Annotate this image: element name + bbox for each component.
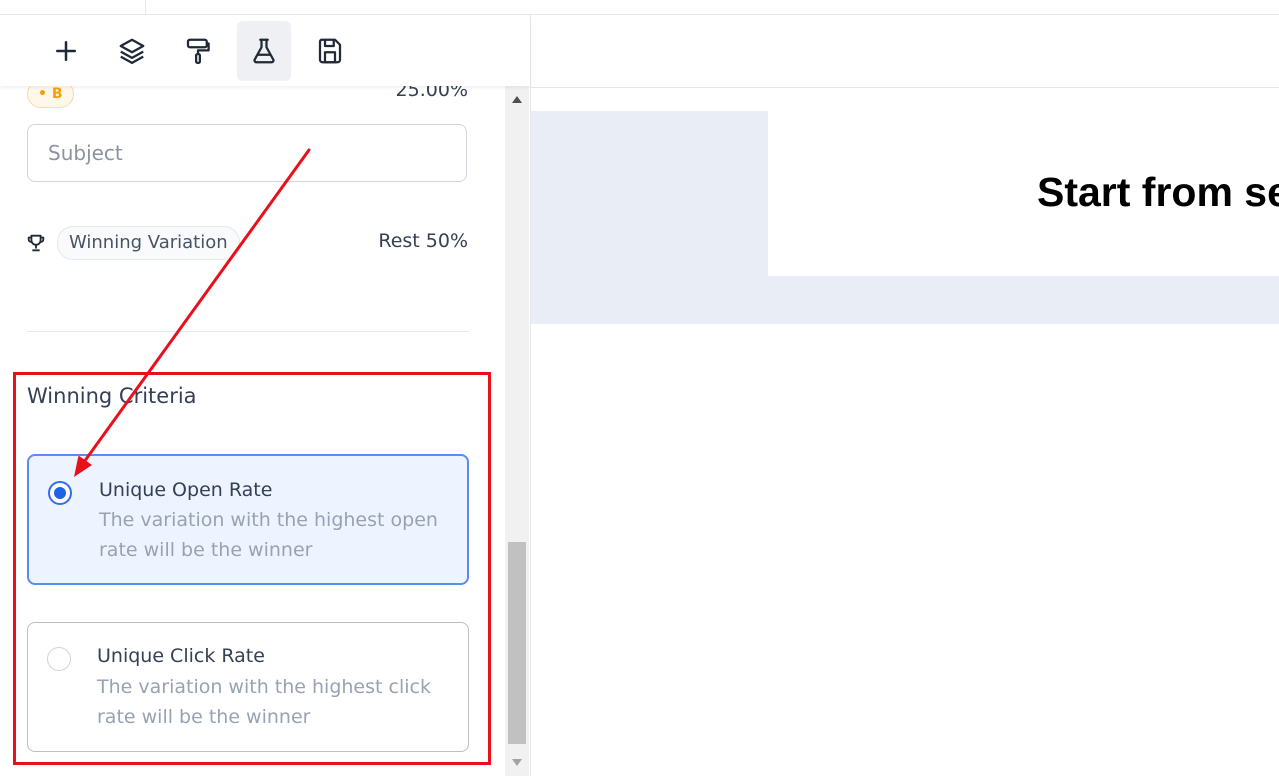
variation-b-percentage: 25.00%	[395, 86, 468, 101]
option-title: Unique Click Rate	[97, 645, 265, 667]
editor-sidebar: • B 25.00% Winning Variation Rest 50% Wi…	[0, 15, 531, 776]
save-icon	[318, 38, 342, 64]
criteria-option-open-rate[interactable]: Unique Open Rate The variation with the …	[27, 454, 469, 585]
canvas-header	[531, 15, 1279, 88]
canvas-heading: Start from se	[1037, 169, 1279, 215]
flask-icon	[253, 38, 275, 64]
variation-b-badge: • B	[27, 86, 74, 108]
scroll-down-arrow-icon[interactable]	[512, 759, 522, 766]
ab-test-button[interactable]	[237, 21, 291, 81]
winning-variation-share: Rest 50%	[378, 230, 468, 252]
sidebar-toolbar	[0, 15, 530, 86]
criteria-option-click-rate[interactable]: Unique Click Rate The variation with the…	[27, 622, 469, 752]
option-title: Unique Open Rate	[99, 479, 273, 501]
radio-unselected[interactable]	[47, 647, 71, 671]
paint-roller-icon	[186, 38, 210, 64]
add-button[interactable]	[39, 21, 93, 81]
option-description: The variation with the highest open rate…	[99, 509, 438, 561]
sidebar-scroll-area: • B 25.00% Winning Variation Rest 50% Wi…	[0, 86, 505, 776]
save-button[interactable]	[303, 21, 357, 81]
layers-icon	[119, 38, 145, 64]
tab-divider	[145, 0, 146, 14]
winning-variation-chip: Winning Variation	[57, 226, 240, 260]
winning-criteria-title: Winning Criteria	[27, 384, 197, 408]
top-strip	[0, 0, 1279, 15]
layers-button[interactable]	[105, 21, 159, 81]
scroll-up-arrow-icon[interactable]	[512, 96, 522, 103]
option-description: The variation with the highest click rat…	[97, 676, 431, 728]
trophy-icon	[27, 234, 45, 252]
section-divider	[27, 331, 469, 332]
canvas-template-card[interactable]: Start from se	[768, 111, 1279, 276]
subject-input[interactable]	[27, 124, 467, 182]
radio-selected[interactable]	[48, 481, 72, 505]
plus-icon	[56, 41, 76, 61]
scroll-thumb[interactable]	[508, 542, 526, 744]
sidebar-scrollbar[interactable]	[505, 86, 529, 776]
styles-button[interactable]	[171, 21, 225, 81]
